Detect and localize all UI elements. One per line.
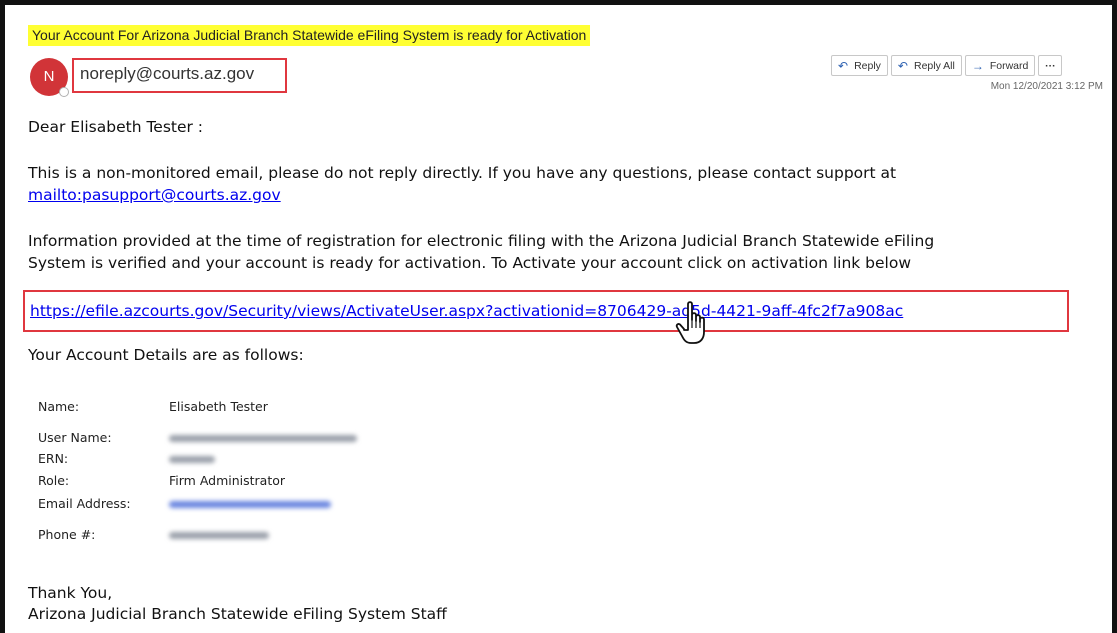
redacted-value [169,430,357,445]
details-heading: Your Account Details are as follows: [28,346,304,364]
redacted-value [169,451,215,466]
forward-label: Forward [989,59,1029,72]
closing-text: Thank You, [28,584,113,602]
forward-arrow-icon: → [971,58,984,73]
message-actions-toolbar: ↶ Reply ↶ Reply All → Forward ··· [831,55,1063,76]
redacted-value [169,527,269,542]
detail-label: User Name: [38,430,112,445]
email-subject: Your Account For Arizona Judicial Branch… [28,25,591,46]
reply-all-arrow-icon: ↶ [897,58,908,73]
support-link-line: mailto:pasupport@courts.az.gov [28,184,281,206]
info-text-line-2: System is verified and your account is r… [28,254,912,272]
hand-pointer-cursor-icon [675,301,705,344]
reply-button[interactable]: ↶ Reply [831,55,888,76]
detail-label: ERN: [38,451,69,466]
notice-text: This is a non-monitored email, please do… [28,164,897,182]
activation-link[interactable]: https://efile.azcourts.gov/Security/view… [30,300,903,322]
forward-button[interactable]: → Forward [964,55,1036,76]
more-actions-button[interactable]: ··· [1038,55,1063,76]
detail-label: Role: [38,473,70,488]
reply-all-button[interactable]: ↶ Reply All [890,55,962,76]
greeting: Dear Elisabeth Tester : [28,118,204,136]
reply-all-label: Reply All [913,59,955,72]
presence-status-icon [59,87,69,97]
sender-address[interactable]: noreply@courts.az.gov [80,61,254,87]
detail-label: Phone #: [38,527,96,542]
detail-value: Firm Administrator [169,473,286,488]
info-text-line-1: Information provided at the time of regi… [28,232,935,250]
message-date: Mon 12/20/2021 3:12 PM [990,81,1103,92]
redacted-value [169,496,331,511]
detail-label: Name: [38,399,80,414]
support-email-link[interactable]: mailto:pasupport@courts.az.gov [28,186,281,204]
detail-value: Elisabeth Tester [169,399,268,414]
detail-label: Email Address: [38,496,131,511]
signature-text: Arizona Judicial Branch Statewide eFilin… [28,605,447,623]
reply-label: Reply [854,59,881,72]
reply-arrow-icon: ↶ [838,58,849,73]
